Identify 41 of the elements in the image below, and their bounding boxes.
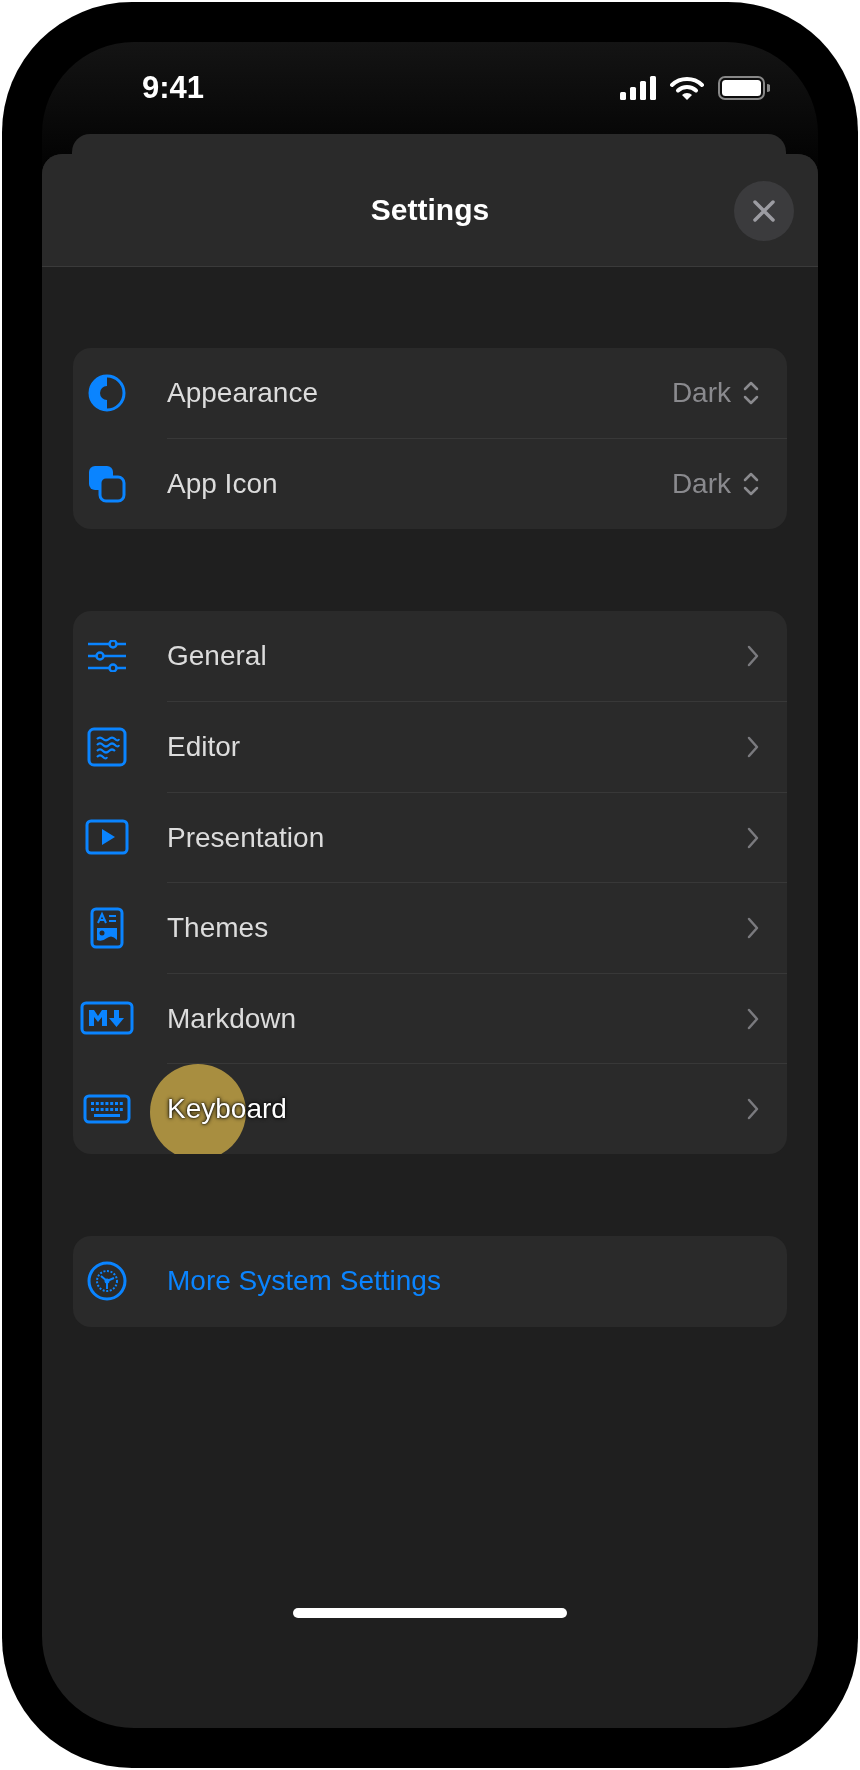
row-label: More System Settings: [167, 1265, 442, 1298]
row-label: Markdown: [167, 1002, 298, 1035]
settings-icon: [87, 1261, 127, 1302]
row-value: Dark: [671, 377, 731, 410]
row-label: Themes: [167, 912, 270, 945]
sliders-icon: [87, 640, 127, 673]
half-circle-icon: [88, 374, 126, 413]
up-down-chevron-icon: [743, 471, 759, 498]
row-label: General: [167, 640, 268, 673]
chevron-right-icon: [747, 826, 759, 849]
chevron-right-icon: [747, 1098, 759, 1121]
sheet-title: Settings: [370, 193, 490, 227]
chevron-right-icon: [747, 1007, 759, 1030]
settings-row[interactable]: Markdown: [73, 973, 787, 1064]
row-label: Presentation: [167, 821, 326, 854]
chevron-right-icon: [747, 917, 759, 940]
image-document-icon: [90, 906, 124, 949]
settings-row[interactable]: Appearance Dark: [73, 348, 787, 439]
chevron-right-icon: [747, 645, 759, 668]
row-label: Appearance: [167, 377, 319, 410]
row-label: App Icon: [167, 468, 279, 501]
settings-row[interactable]: App Icon Dark: [73, 438, 787, 529]
row-label: Editor: [167, 731, 242, 764]
play-icon: [85, 819, 129, 856]
close-icon: [752, 199, 776, 223]
settings-row[interactable]: Editor: [73, 701, 787, 792]
markdown-icon: [80, 1001, 134, 1036]
battery-icon: [718, 76, 770, 100]
signal-icon: [620, 76, 656, 100]
settings-row[interactable]: More System Settings: [73, 1236, 787, 1327]
status-time: 9:41: [142, 70, 205, 106]
chevron-right-icon: [747, 736, 759, 759]
row-value: Dark: [671, 468, 731, 501]
settings-row[interactable]: Themes: [73, 882, 787, 973]
squares-icon: [88, 464, 126, 503]
wifi-icon: [670, 76, 704, 100]
up-down-chevron-icon: [743, 380, 759, 407]
keyboard-icon: [83, 1093, 131, 1124]
settings-row[interactable]: General: [73, 611, 787, 702]
settings-row[interactable]: Presentation: [73, 792, 787, 883]
document-icon: [87, 726, 127, 767]
